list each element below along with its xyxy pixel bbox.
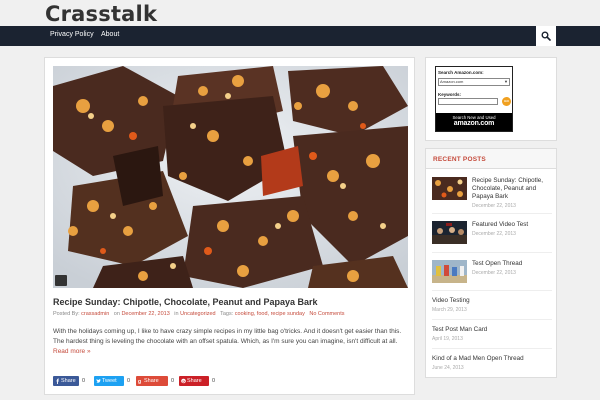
in-label: in (174, 311, 179, 317)
amazon-banner-tagline: Search New and Used (452, 115, 496, 120)
nav-privacy-policy[interactable]: Privacy Policy (50, 31, 94, 38)
recent-post-date: April 19, 2013 (432, 336, 463, 342)
chevron-down-icon: ▼ (504, 79, 508, 84)
divider (432, 290, 552, 291)
search-button[interactable] (536, 26, 556, 46)
chocolate-bark-photo (53, 66, 408, 288)
recent-post-title[interactable]: Video Testing (432, 297, 552, 305)
recent-post-title[interactable]: Kind of a Mad Men Open Thread (432, 355, 552, 363)
facebook-share-count: 0 (82, 378, 86, 384)
facebook-share-label: Share (61, 378, 76, 384)
facebook-share-button[interactable]: Share (53, 376, 79, 386)
post-author-link[interactable]: crassadmin (81, 311, 109, 317)
recent-post-title[interactable]: Recipe Sunday: Chipotle, Chocolate, Pean… (472, 177, 554, 201)
tags-label: Tags: (220, 311, 234, 317)
post-tags-links[interactable]: cooking, food, recipe sunday (235, 311, 305, 317)
recent-posts-widget: RECENT POSTS Recipe Sunday: Chipotle, Ch… (425, 148, 557, 378)
recent-posts-heading: RECENT POSTS (433, 156, 486, 163)
recent-post-title[interactable]: Featured Video Test (472, 221, 554, 229)
recent-post-title[interactable]: Test Open Thread (472, 260, 554, 268)
post-title[interactable]: Recipe Sunday: Chipotle, Chocolate, Pean… (53, 297, 318, 307)
amazon-keywords-label: Keywords: (438, 92, 462, 97)
google-plus-icon: g (138, 379, 141, 384)
pinterest-share-button[interactable]: p Share (179, 376, 209, 386)
recent-post-date: December 22, 2013 (472, 231, 516, 237)
post-featured-image[interactable] (53, 66, 408, 288)
nav-about[interactable]: About (101, 31, 119, 38)
post-excerpt: With the holidays coming up, I like to h… (53, 327, 408, 357)
recent-post-date: December 22, 2013 (472, 270, 516, 276)
site-title[interactable]: Crasstalk (45, 2, 157, 26)
amazon-store-select-value: Amazon.com (440, 79, 464, 84)
posted-by-label: Posted By: (53, 311, 80, 317)
post-meta: Posted By: crassadmin on December 22, 20… (53, 311, 345, 317)
post-date-link[interactable]: December 22, 2013 (121, 311, 169, 317)
recent-post-thumbnail[interactable] (432, 260, 467, 283)
pinterest-share-label: Share (187, 378, 202, 384)
amazon-search-label: Search Amazon.com: (438, 70, 484, 75)
recent-post-thumbnail[interactable] (432, 177, 467, 200)
amazon-keywords-input[interactable] (438, 98, 498, 105)
image-format-icon (55, 275, 67, 286)
recent-post-title[interactable]: Test Post Man Card (432, 326, 552, 334)
on-label: on (113, 311, 120, 317)
amazon-go-button[interactable]: GO (502, 97, 511, 106)
divider (432, 213, 552, 214)
twitter-share-count: 0 (127, 378, 131, 384)
pinterest-icon: p (181, 379, 186, 384)
twitter-share-button[interactable]: Tweet (94, 376, 124, 386)
svg-text:g: g (138, 379, 141, 384)
post-category-link[interactable]: Uncategorized (180, 311, 215, 317)
amazon-store-select[interactable]: Amazon.com ▼ (438, 78, 510, 86)
post-card: Recipe Sunday: Chipotle, Chocolate, Pean… (44, 57, 415, 395)
recent-post-date: June 24, 2013 (432, 365, 464, 371)
google-plus-share-count: 0 (171, 378, 175, 384)
twitter-share-label: Tweet (102, 378, 117, 384)
recent-posts-header: RECENT POSTS (426, 149, 556, 169)
divider (432, 319, 552, 320)
divider (432, 348, 552, 349)
amazon-logo: amazon.com (453, 120, 495, 127)
recent-post-date: December 22, 2013 (472, 203, 516, 209)
twitter-icon (96, 379, 101, 383)
amazon-search-widget: Search Amazon.com: Amazon.com ▼ Keywords… (425, 57, 557, 141)
divider (432, 252, 552, 253)
pinterest-share-count: 0 (212, 378, 216, 384)
search-icon (541, 31, 551, 41)
facebook-icon (56, 378, 59, 384)
recent-post-date: March 29, 2013 (432, 307, 467, 313)
google-plus-share-label: Share (144, 378, 159, 384)
main-navbar: Privacy Policy About (0, 26, 600, 46)
amazon-search-box: Search Amazon.com: Amazon.com ▼ Keywords… (435, 66, 513, 132)
google-plus-share-button[interactable]: g Share (136, 376, 168, 386)
read-more-link[interactable]: Read more » (53, 348, 91, 355)
post-excerpt-text: With the holidays coming up, I like to h… (53, 328, 402, 345)
amazon-logo-banner[interactable]: Search New and Used amazon.com (436, 113, 512, 131)
post-comments-link[interactable]: No Comments (309, 311, 344, 317)
recent-post-thumbnail[interactable] (432, 221, 467, 244)
